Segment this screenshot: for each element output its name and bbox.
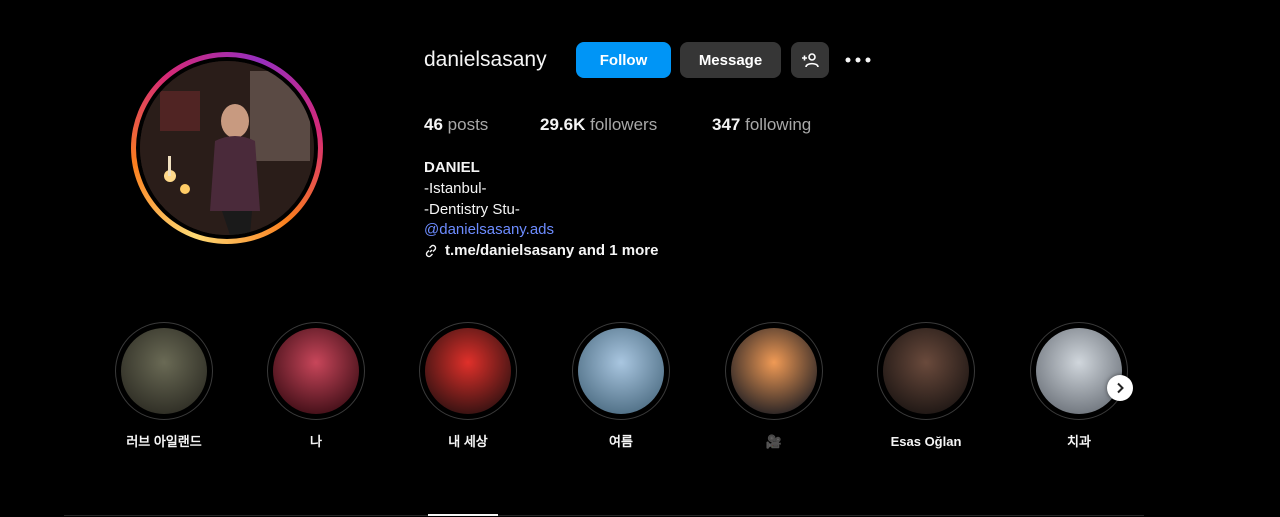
bio-external-link[interactable]: t.me/danielsasany and 1 more [424, 241, 658, 261]
following-count: 347 [712, 115, 741, 134]
more-options-button[interactable] [843, 46, 873, 74]
highlight-ring [877, 322, 975, 420]
bio-full-name: DANIEL [424, 159, 480, 176]
profile-username: danielsasany [424, 48, 547, 71]
follow-button[interactable]: Follow [576, 42, 671, 78]
highlight-cover-image [731, 328, 817, 414]
bio-line-location: -Istanbul- [424, 180, 487, 197]
highlight-item[interactable]: 치과 [1029, 322, 1129, 449]
highlight-cover-image [883, 328, 969, 414]
highlight-label: Esas Oğlan [890, 434, 962, 449]
highlight-label: 러브 아일랜드 [126, 434, 202, 449]
highlight-label: 나 [310, 434, 322, 449]
avatar-ring-gap [136, 57, 318, 239]
posts-count: 46 [424, 115, 443, 134]
highlight-label: 여름 [609, 434, 633, 449]
highlight-cover-image [273, 328, 359, 414]
bio-external-link-text: t.me/danielsasany and 1 more [445, 242, 659, 259]
highlight-item[interactable]: 나 [266, 322, 366, 449]
following-label: following [745, 115, 812, 134]
highlight-ring [115, 322, 213, 420]
followers-stat[interactable]: 29.6K followers [540, 114, 657, 136]
avatar-image [140, 61, 314, 235]
highlight-item[interactable]: 여름 [571, 322, 671, 449]
person-add-icon [802, 53, 819, 68]
profile-avatar[interactable] [131, 52, 323, 244]
highlight-cover-image [121, 328, 207, 414]
posts-stat: 46 posts [424, 114, 488, 136]
highlight-cover-image [578, 328, 664, 414]
highlight-item[interactable]: Esas Oğlan [876, 322, 976, 449]
highlight-item[interactable]: 🎥 [724, 322, 824, 449]
highlight-ring [725, 322, 823, 420]
active-tab-indicator [428, 514, 498, 516]
highlight-item[interactable]: 러브 아일랜드 [114, 322, 214, 449]
highlight-ring [419, 322, 517, 420]
highlight-ring [1030, 322, 1128, 420]
followers-count: 29.6K [540, 115, 586, 134]
highlight-ring [572, 322, 670, 420]
highlight-label: 🎥 [765, 434, 783, 449]
highlight-label: 치과 [1067, 434, 1091, 449]
highlight-ring [267, 322, 365, 420]
highlight-cover-image [1036, 328, 1122, 414]
highlight-cover-image [425, 328, 511, 414]
bio-mention-link[interactable]: @danielsasany.ads [424, 220, 554, 240]
posts-label: posts [447, 115, 489, 134]
highlight-label: 내 세상 [448, 434, 488, 449]
chevron-right-icon [1117, 382, 1124, 394]
avatar-photo [140, 61, 314, 235]
message-button[interactable]: Message [680, 42, 781, 78]
tabs-divider [64, 515, 1144, 516]
link-icon [425, 244, 437, 258]
highlights-next-button[interactable] [1107, 375, 1133, 401]
following-stat[interactable]: 347 following [712, 114, 811, 136]
highlight-item[interactable]: 내 세상 [418, 322, 518, 449]
bio-line-occupation: -Dentistry Stu- [424, 201, 520, 218]
more-horizontal-icon [845, 57, 871, 63]
suggest-users-button[interactable] [791, 42, 829, 78]
followers-label: followers [590, 115, 658, 134]
